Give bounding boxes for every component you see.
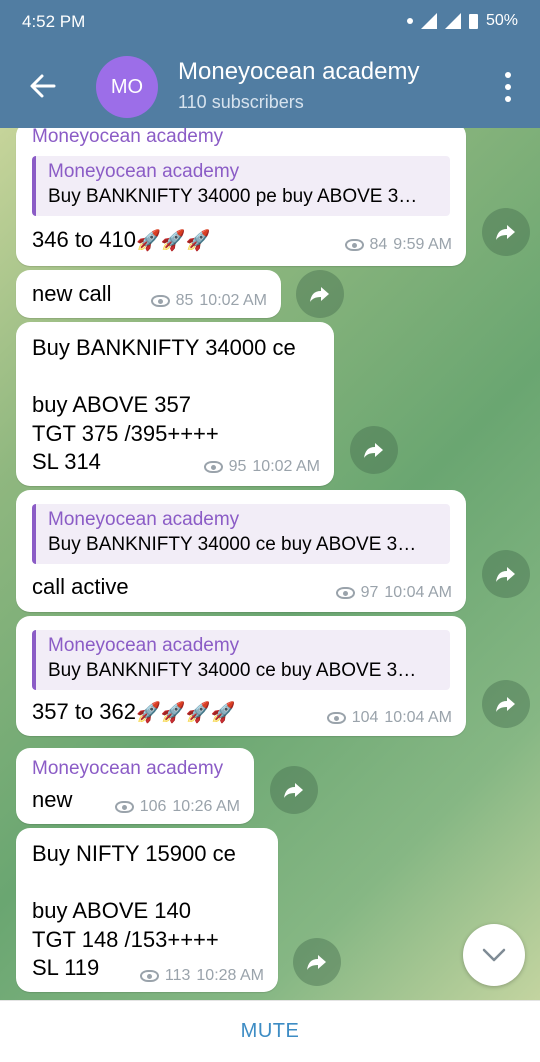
signal-icon-2	[444, 13, 461, 29]
share-icon	[284, 783, 303, 798]
share-icon	[496, 225, 515, 240]
message-bubble[interactable]: Buy NIFTY 15900 ce buy ABOVE 140 TGT 148…	[16, 828, 278, 992]
status-icons: 50%	[406, 12, 518, 30]
reply-sender: Moneyocean academy	[48, 509, 240, 530]
message-bubble[interactable]: Moneyocean academy new 106 10:26 AM	[16, 748, 254, 824]
rocket-emoji: 🚀🚀🚀🚀	[135, 702, 236, 724]
share-icon	[364, 443, 383, 458]
rocket-emoji: 🚀🚀🚀	[135, 230, 211, 252]
message-time: 10:04 AM	[384, 584, 452, 601]
message-meta: 106 10:26 AM	[114, 798, 240, 816]
message-text: Buy NIFTY 15900 ce buy ABOVE 140 TGT 148…	[32, 841, 236, 980]
battery-icon	[468, 13, 478, 29]
message-time: 10:28 AM	[196, 967, 264, 984]
message-text: 357 to 362🚀🚀🚀🚀	[32, 698, 236, 728]
view-count: 106	[139, 798, 167, 815]
share-button[interactable]	[482, 550, 530, 598]
message-text-body: 346 to 410	[32, 227, 136, 252]
view-count: 97	[360, 584, 379, 601]
message-meta: 104 10:04 AM	[326, 709, 452, 727]
message-bubble[interactable]: Buy BANKNIFTY 34000 ce buy ABOVE 357 TGT…	[16, 322, 334, 486]
reply-quote[interactable]: Moneyocean academy Buy BANKNIFTY 34000 c…	[32, 630, 450, 690]
view-count: 113	[164, 967, 191, 984]
share-button[interactable]	[482, 680, 530, 728]
bottom-bar: MUTE	[0, 1000, 540, 1062]
message-sender: Moneyocean academy	[32, 758, 224, 779]
notification-dot-icon	[406, 18, 413, 24]
message-text: call active	[32, 574, 129, 599]
scroll-to-bottom-button[interactable]	[463, 924, 525, 986]
share-button[interactable]	[293, 938, 341, 986]
status-time: 4:52 PM	[22, 12, 86, 31]
more-vert-icon-dot	[505, 84, 511, 90]
channel-title[interactable]: Moneyocean academy	[178, 58, 419, 86]
share-icon	[310, 287, 329, 302]
eye-icon	[139, 970, 159, 982]
message-time: 10:26 AM	[172, 798, 240, 815]
share-button[interactable]	[296, 270, 344, 318]
view-count: 84	[369, 236, 388, 253]
message-time: 10:02 AM	[199, 292, 267, 309]
reply-sender: Moneyocean academy	[48, 161, 240, 182]
signal-icon	[420, 13, 437, 29]
view-count: 104	[351, 709, 379, 726]
reply-quote[interactable]: Moneyocean academy Buy BANKNIFTY 34000 p…	[32, 156, 450, 216]
subscriber-count: 110 subscribers	[178, 92, 304, 112]
eye-icon	[326, 712, 346, 724]
share-icon	[307, 955, 326, 970]
message-meta: 113 10:28 AM	[139, 967, 264, 985]
message-bubble[interactable]: Moneyocean academy Moneyocean academy Bu…	[16, 128, 466, 266]
share-icon	[496, 567, 515, 582]
reply-text: Buy BANKNIFTY 34000 ce buy ABOVE 3…	[48, 660, 417, 681]
more-vert-icon-dot	[505, 72, 511, 78]
eye-icon	[150, 295, 170, 307]
reply-text: Buy BANKNIFTY 34000 ce buy ABOVE 3…	[48, 534, 417, 555]
view-count: 95	[228, 458, 247, 475]
message-text: new call	[32, 281, 112, 306]
more-options-button[interactable]	[504, 72, 512, 102]
more-vert-icon-dot	[505, 96, 511, 102]
message-text-body: 357 to 362	[32, 699, 136, 724]
message-meta: 97 10:04 AM	[335, 584, 452, 602]
message-time: 9:59 AM	[393, 236, 452, 253]
share-button[interactable]	[482, 208, 530, 256]
message-text: 346 to 410🚀🚀🚀	[32, 226, 211, 256]
share-icon	[496, 697, 515, 712]
reply-text: Buy BANKNIFTY 34000 pe buy ABOVE 3…	[48, 186, 418, 207]
message-bubble[interactable]: new call 85 10:02 AM	[16, 270, 281, 318]
mute-button[interactable]: MUTE	[241, 1020, 300, 1043]
eye-icon	[335, 587, 355, 599]
eye-icon	[114, 801, 134, 813]
reply-sender: Moneyocean academy	[48, 635, 240, 656]
chat-header: MO Moneyocean academy 110 subscribers	[0, 44, 540, 128]
message-time: 10:04 AM	[384, 709, 452, 726]
channel-avatar[interactable]: MO	[96, 56, 158, 118]
chat-area[interactable]: Moneyocean academy Moneyocean academy Bu…	[0, 128, 540, 1000]
chevron-down-icon	[482, 948, 506, 962]
back-button[interactable]	[24, 66, 64, 106]
battery-level: 50%	[485, 12, 518, 29]
message-meta: 95 10:02 AM	[203, 458, 320, 476]
arrow-left-icon	[30, 74, 56, 98]
message-text: new	[32, 787, 73, 812]
message-text: Buy BANKNIFTY 34000 ce buy ABOVE 357 TGT…	[32, 335, 296, 474]
status-bar: 4:52 PM 50%	[0, 0, 540, 44]
eye-icon	[344, 239, 364, 251]
reply-quote[interactable]: Moneyocean academy Buy BANKNIFTY 34000 c…	[32, 504, 450, 564]
message-sender: Moneyocean academy	[32, 128, 224, 147]
share-button[interactable]	[270, 766, 318, 814]
view-count: 85	[175, 292, 194, 309]
message-meta: 84 9:59 AM	[344, 236, 452, 254]
message-bubble[interactable]: Moneyocean academy Buy BANKNIFTY 34000 c…	[16, 490, 466, 612]
eye-icon	[203, 461, 223, 473]
message-meta: 85 10:02 AM	[150, 292, 267, 310]
message-time: 10:02 AM	[252, 458, 320, 475]
share-button[interactable]	[350, 426, 398, 474]
message-bubble[interactable]: Moneyocean academy Buy BANKNIFTY 34000 c…	[16, 616, 466, 736]
